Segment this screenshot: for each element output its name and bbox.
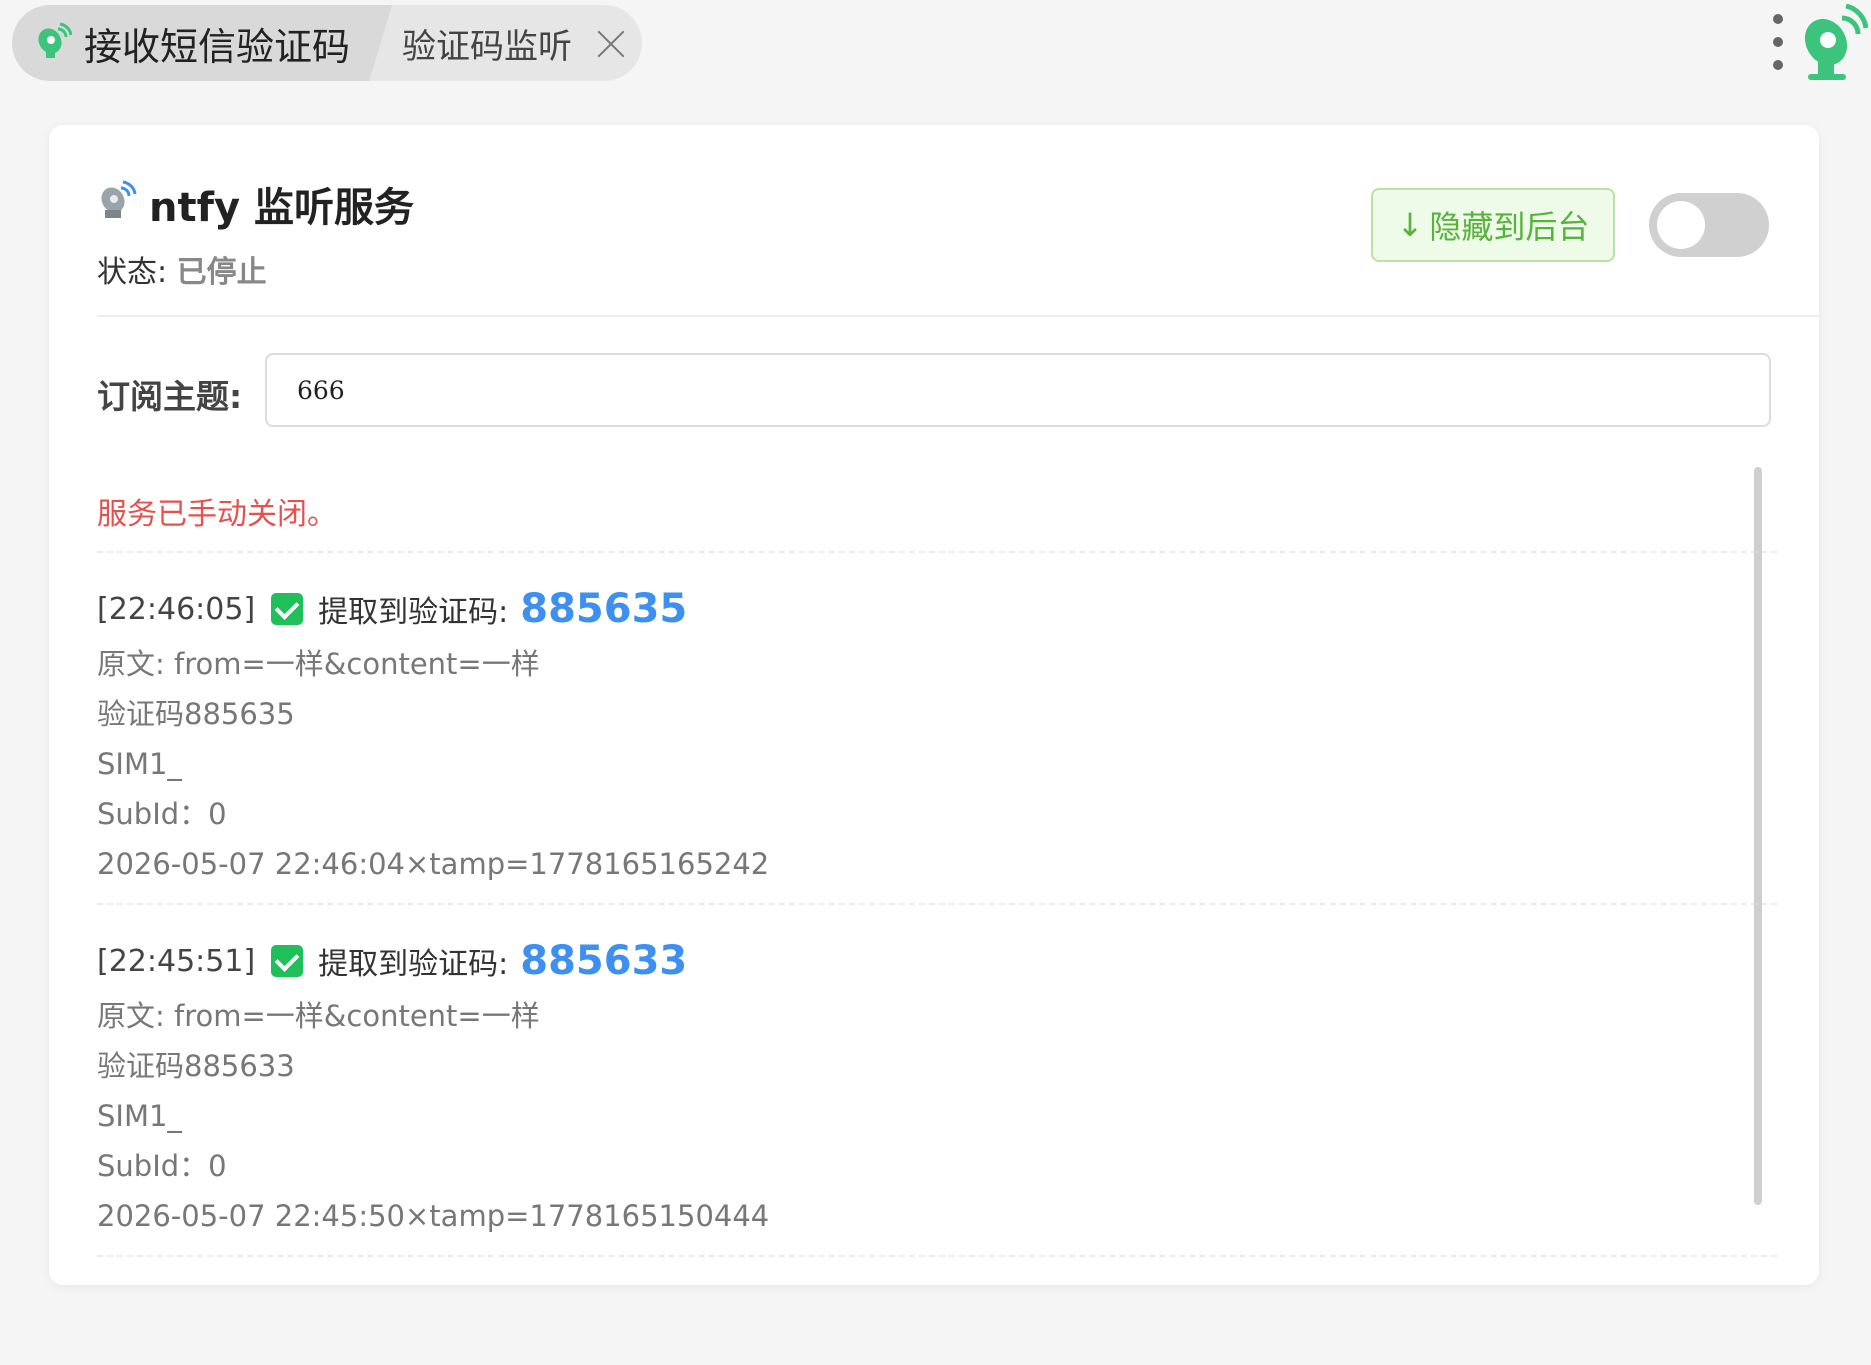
log-line: 验证码885635 bbox=[97, 697, 295, 731]
app-logo-icon bbox=[1798, 3, 1869, 92]
log-line: SubId：0 bbox=[97, 1149, 227, 1183]
tab-title: 接收短信验证码 bbox=[84, 24, 351, 69]
log-entry-time: [22:45:51] bbox=[97, 943, 256, 979]
log-line: 原文: from=一样&content=一样 bbox=[97, 999, 540, 1033]
verification-code[interactable]: 885635 bbox=[520, 586, 687, 632]
log-entry-label: 提取到验证码: bbox=[318, 595, 509, 630]
topic-input[interactable] bbox=[265, 353, 1771, 427]
tab-bar: 接收短信验证码 验证码监听 bbox=[0, 0, 1871, 108]
toggle-knob bbox=[1657, 201, 1705, 249]
log-line: SIM1_ bbox=[97, 747, 182, 781]
tab-code-monitor[interactable]: 验证码监听 bbox=[402, 5, 626, 81]
arrow-down-icon: ↓ bbox=[1396, 206, 1424, 244]
hide-to-background-button[interactable]: ↓ 隐藏到后台 bbox=[1371, 188, 1615, 262]
log-line: 原文: from=一样&content=一样 bbox=[97, 647, 540, 681]
log-entry-time: [22:46:05] bbox=[97, 591, 256, 627]
log-entry: [22:46:05] 提取到验证码: 885635 原文: from=一样&co… bbox=[97, 553, 1777, 905]
tab-label: 验证码监听 bbox=[402, 26, 572, 67]
log-line: 验证码885633 bbox=[97, 1049, 295, 1083]
satellite-dish-icon bbox=[97, 178, 137, 230]
service-header: ntfy 监听服务 状态: 已停止 bbox=[97, 175, 414, 291]
topic-label: 订阅主题: bbox=[97, 377, 243, 416]
status-label: 状态: bbox=[97, 255, 168, 290]
close-icon[interactable] bbox=[596, 28, 626, 58]
check-icon bbox=[271, 945, 304, 977]
status-badge: 已停止 bbox=[176, 255, 267, 290]
log-line: 2026-05-07 22:46:04×tamp=1778165165242 bbox=[97, 847, 770, 881]
log-line: SIM1_ bbox=[97, 1099, 182, 1133]
divider bbox=[97, 315, 1819, 317]
hide-button-label: 隐藏到后台 bbox=[1429, 208, 1590, 246]
log-entry-label: 提取到验证码: bbox=[318, 947, 509, 982]
log-line: 2026-05-07 22:45:50×tamp=1778165150444 bbox=[97, 1199, 770, 1233]
service-card: ntfy 监听服务 状态: 已停止 ↓ 隐藏到后台 订阅主题: 服务已手动关闭。… bbox=[49, 125, 1819, 1285]
verification-code[interactable]: 885633 bbox=[520, 938, 687, 984]
log-line: SubId：0 bbox=[97, 797, 227, 831]
check-icon bbox=[271, 593, 304, 625]
system-message: 服务已手动关闭。 bbox=[97, 465, 1777, 553]
log-entry: [22:45:51] 提取到验证码: 885633 原文: from=一样&co… bbox=[97, 905, 1777, 1257]
status-line: 状态: 已停止 bbox=[97, 247, 414, 291]
tab-group: 接收短信验证码 验证码监听 bbox=[12, 5, 642, 81]
satellite-dish-icon bbox=[34, 21, 73, 65]
log-entry-header: [22:45:51] 提取到验证码: 885633 bbox=[97, 931, 1777, 991]
log-entry-header: [22:46:05] 提取到验证码: 885635 bbox=[97, 579, 1777, 639]
service-title: ntfy 监听服务 bbox=[97, 175, 414, 233]
service-title-text: ntfy 监听服务 bbox=[149, 185, 414, 231]
scrollbar[interactable] bbox=[1754, 467, 1762, 1205]
log-area[interactable]: 服务已手动关闭。 [22:46:05] 提取到验证码: 885635 原文: f… bbox=[97, 465, 1777, 1365]
tab-receive-sms-content[interactable]: 接收短信验证码 bbox=[34, 5, 350, 81]
service-toggle[interactable] bbox=[1649, 193, 1769, 257]
more-vertical-icon[interactable] bbox=[1768, 14, 1788, 70]
